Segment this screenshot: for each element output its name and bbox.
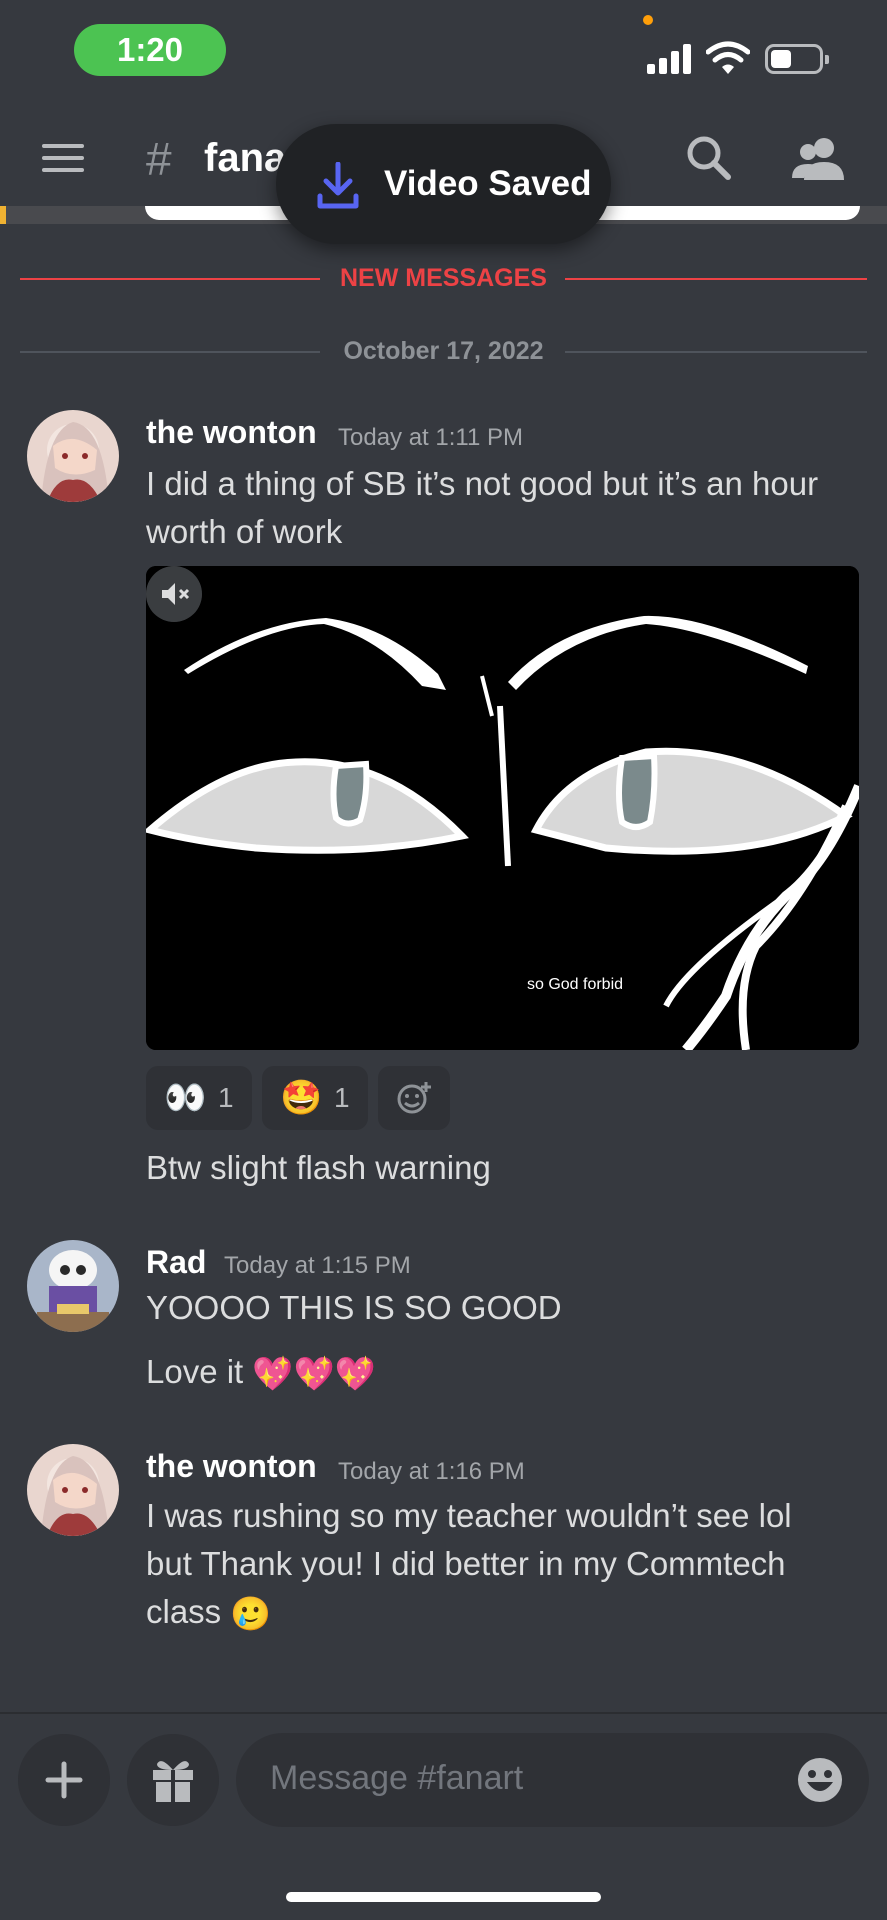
message-input[interactable]: Message #fanart [236,1733,869,1827]
message-line: I was rushing so my teacher wouldn’t see… [146,1497,792,1534]
privacy-indicator-dot [643,15,653,25]
message-line: class 🥲 [146,1588,866,1638]
gift-icon[interactable] [127,1734,219,1826]
video-saved-toast: Video Saved [276,124,611,244]
composer-divider [0,1712,887,1714]
muted-speaker-icon[interactable] [146,566,202,622]
message-timestamp: Today at 1:15 PM [224,1252,411,1279]
channel-hash-icon: # [146,133,172,185]
status-time: 1:20 [74,24,226,76]
message-text: Love it 💖💖💖 [146,1348,866,1398]
wifi-icon [706,41,750,74]
download-icon [317,162,359,209]
add-reaction-icon [397,1082,431,1114]
message-line: worth of work [146,513,343,550]
message-text: I was rushing so my teacher wouldn’t see… [146,1492,866,1638]
message-line: Love it [146,1353,244,1390]
message-author[interactable]: the wonton [146,414,317,451]
message-line: but Thank you! I did better in my Commte… [146,1545,786,1582]
home-indicator [286,1892,601,1902]
star-struck-emoji: 🤩 [280,1079,323,1117]
date-divider: October 17, 2022 [20,337,867,365]
add-attachment-button[interactable] [18,1734,110,1826]
reaction-count: 1 [218,1082,234,1113]
members-icon[interactable] [792,134,844,184]
hamburger-menu-icon[interactable] [42,140,86,176]
video-subtitle: so God forbid [526,976,624,993]
avatar[interactable] [27,1444,119,1536]
new-messages-label: NEW MESSAGES [340,264,547,292]
smiling-tear-emoji: 🥲 [230,1595,272,1633]
avatar[interactable] [27,1240,119,1332]
reaction-star-struck[interactable]: 🤩 1 [262,1066,368,1130]
message-line-text: class [146,1593,222,1630]
reaction-count: 1 [334,1082,350,1113]
message-text: YOOOO THIS IS SO GOOD [146,1289,562,1326]
message-timestamp: Today at 1:16 PM [338,1458,525,1485]
battery-icon [765,44,829,74]
message-input-placeholder: Message #fanart [270,1759,524,1797]
eyes-emoji: 👀 [164,1079,207,1117]
search-icon[interactable] [686,135,732,181]
message-line: I did a thing of SB it’s not good but it… [146,465,819,502]
new-messages-divider: NEW MESSAGES [20,264,867,292]
reaction-eyes[interactable]: 👀 1 [146,1066,252,1130]
message-author[interactable]: the wonton [146,1448,317,1485]
message-author[interactable]: Rad [146,1244,206,1281]
emoji-picker-icon[interactable] [796,1756,844,1804]
message-text: I did a thing of SB it’s not good but it… [146,460,866,556]
avatar[interactable] [27,410,119,502]
channel-name[interactable]: fana [204,136,286,181]
cellular-signal-icon [647,42,695,74]
date-label: October 17, 2022 [343,337,544,365]
video-attachment[interactable]: so God forbid [146,566,859,1050]
message-text: Btw slight flash warning [146,1149,491,1186]
toast-text: Video Saved [384,164,592,203]
sparkling-heart-emoji: 💖💖💖 [252,1355,376,1393]
add-reaction-button[interactable] [378,1066,450,1130]
status-bar: 1:20 [0,0,887,110]
message-timestamp: Today at 1:11 PM [338,424,523,451]
